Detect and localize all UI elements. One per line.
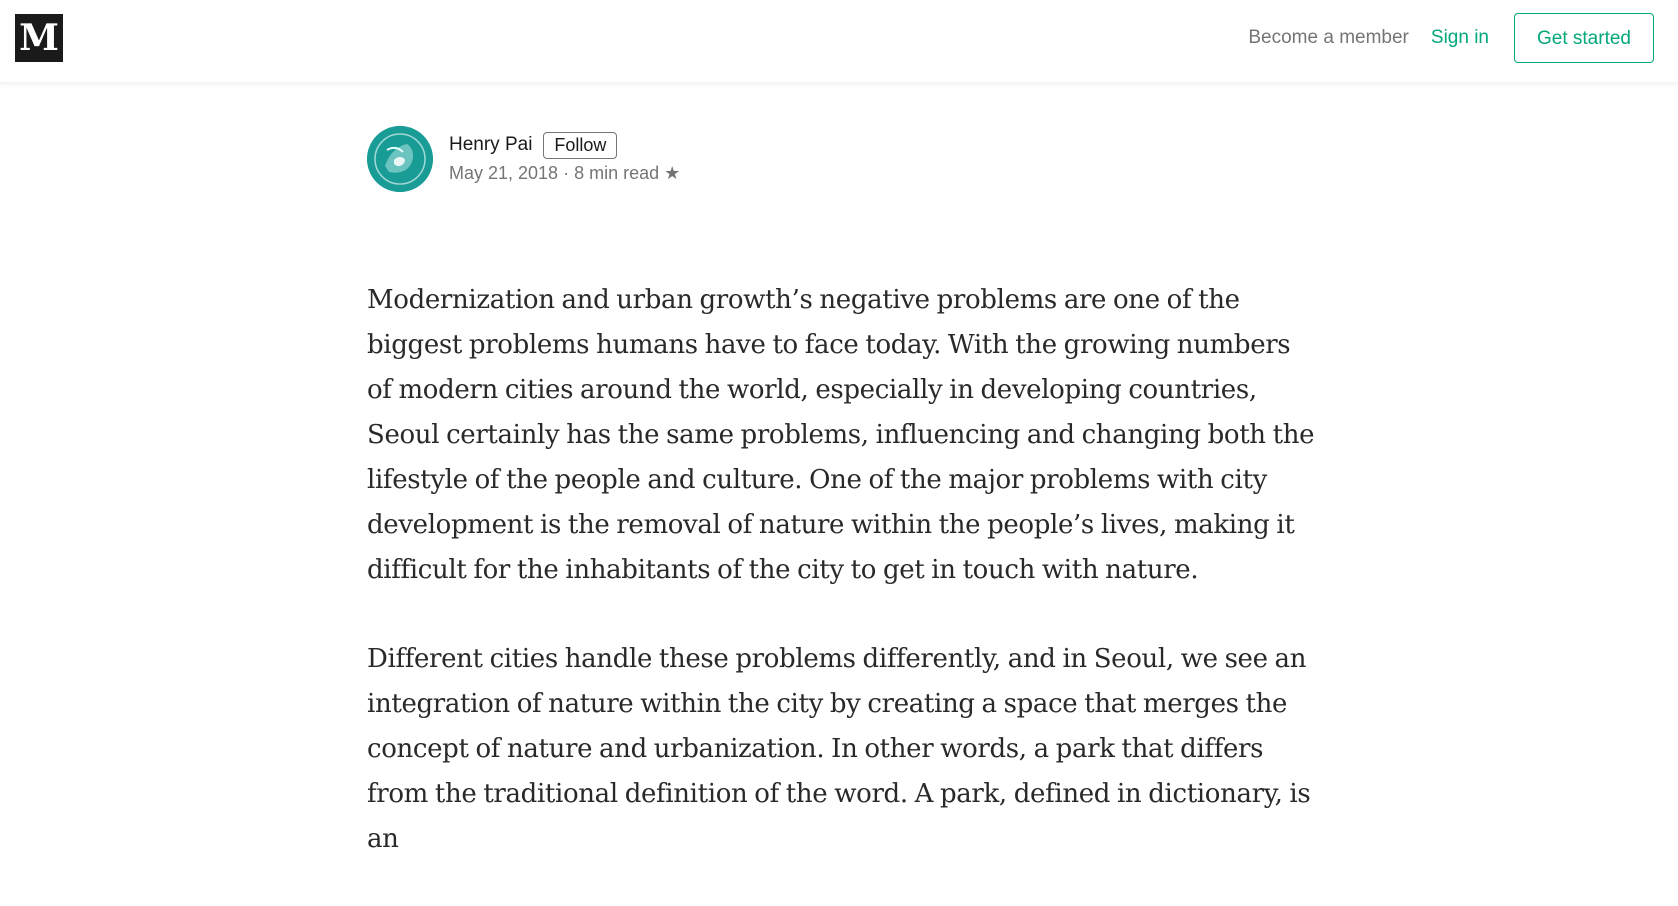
- top-nav-bar: M Become a member Sign in Get started: [0, 0, 1678, 83]
- post-meta: May 21, 2018 · 8 min read ★: [449, 163, 685, 184]
- post-date[interactable]: May 21, 2018: [449, 163, 558, 183]
- medium-logo[interactable]: M: [15, 14, 63, 62]
- meta-separator: ·: [563, 163, 570, 183]
- article-paragraph: Different cities handle these problems d…: [367, 644, 1311, 854]
- header-actions: Become a member Sign in Get started: [1226, 12, 1654, 64]
- sign-in-link[interactable]: Sign in: [1431, 27, 1489, 49]
- article-body: Modernization and urban growth’s negativ…: [367, 278, 1317, 906]
- follow-button[interactable]: Follow: [543, 131, 618, 159]
- become-member-link[interactable]: Become a member: [1248, 27, 1409, 49]
- read-time: 8 min read: [574, 163, 660, 183]
- author-line: Henry Pai Follow: [449, 131, 618, 159]
- star-icon: ★: [664, 163, 681, 183]
- author-byline: Henry Pai Follow May 21, 2018 · 8 min read…: [367, 126, 1067, 192]
- author-avatar[interactable]: [367, 126, 433, 192]
- article-paragraph: Modernization and urban growth’s negativ…: [367, 285, 1315, 585]
- avatar-image: [367, 126, 433, 192]
- get-started-button[interactable]: Get started: [1514, 13, 1654, 63]
- author-name[interactable]: Henry Pai: [449, 134, 532, 156]
